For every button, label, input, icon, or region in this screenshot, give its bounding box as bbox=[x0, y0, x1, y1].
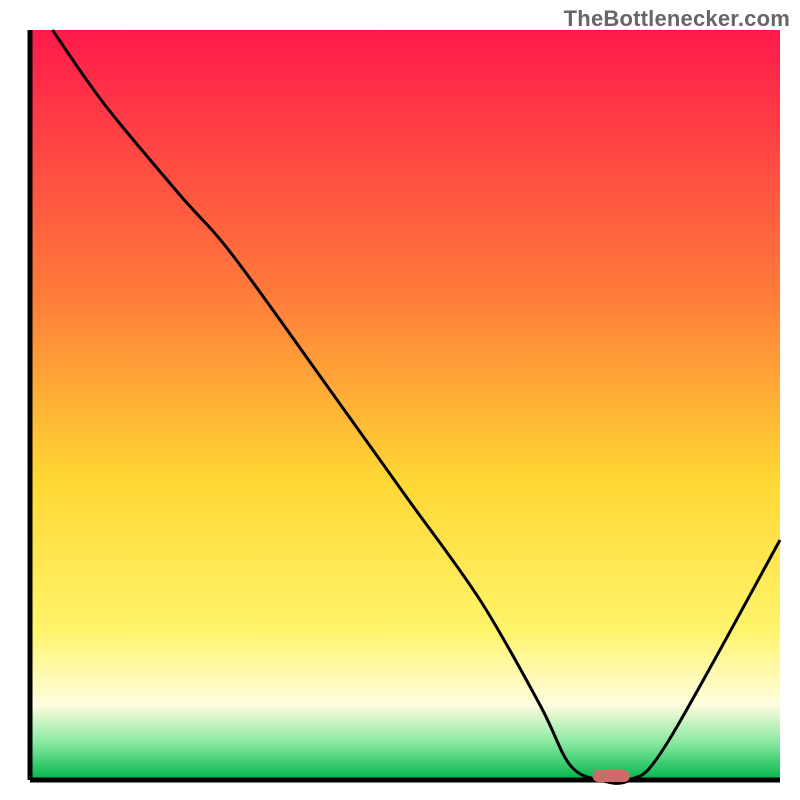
chart-container: TheBottlenecker.com bbox=[0, 0, 800, 800]
plot-background bbox=[30, 30, 780, 780]
optimal-marker bbox=[593, 770, 631, 782]
bottleneck-chart bbox=[0, 0, 800, 800]
attribution-label: TheBottlenecker.com bbox=[564, 6, 790, 32]
